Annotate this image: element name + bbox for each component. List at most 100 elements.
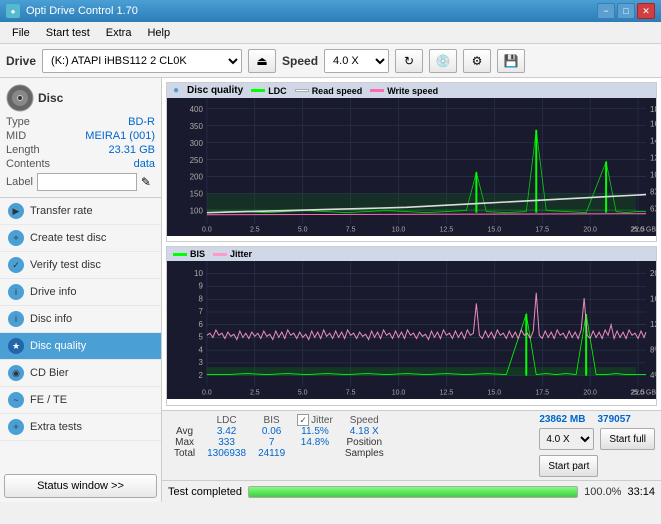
svg-text:6: 6 bbox=[198, 320, 203, 329]
row-avg-speed: 4.18 X bbox=[339, 426, 390, 437]
menu-file[interactable]: File bbox=[4, 25, 38, 41]
svg-text:12.5: 12.5 bbox=[440, 225, 454, 234]
chart1-icon: ● bbox=[173, 85, 179, 96]
col-header-bis: BIS bbox=[252, 414, 291, 426]
legend-jitter: Jitter bbox=[213, 249, 252, 259]
svg-text:400: 400 bbox=[190, 105, 204, 114]
svg-text:8%: 8% bbox=[650, 345, 656, 354]
disc-info-panel: Disc Type BD-R MID MEIRA1 (001) Length 2… bbox=[0, 78, 161, 198]
verify-test-disc-icon: ✓ bbox=[8, 257, 24, 273]
row-total-samples-label: Samples bbox=[339, 448, 390, 459]
svg-text:7.5: 7.5 bbox=[346, 388, 356, 397]
nav-drive-info[interactable]: i Drive info bbox=[0, 279, 161, 306]
menu-extra[interactable]: Extra bbox=[98, 25, 140, 41]
stats-row-max: Max 333 7 14.8% Position bbox=[168, 437, 390, 448]
nav-extra-tests[interactable]: + Extra tests bbox=[0, 414, 161, 441]
nav-cd-bier[interactable]: ◉ CD Bier bbox=[0, 360, 161, 387]
samples-value: 379057 bbox=[597, 414, 630, 425]
disc-length-value: 23.31 GB bbox=[109, 144, 155, 156]
nav-fe-te[interactable]: ~ FE / TE bbox=[0, 387, 161, 414]
disc-icon-button[interactable]: 💿 bbox=[429, 49, 457, 73]
svg-text:10.0: 10.0 bbox=[392, 225, 406, 234]
svg-text:17.5: 17.5 bbox=[535, 225, 549, 234]
refresh-button[interactable]: ↻ bbox=[395, 49, 423, 73]
svg-text:15.0: 15.0 bbox=[488, 225, 502, 234]
row-total-label: Total bbox=[168, 448, 201, 459]
progress-bar-container bbox=[248, 486, 578, 498]
svg-text:18X: 18X bbox=[650, 105, 656, 114]
title-bar: ● Opti Drive Control 1.70 − □ ✕ bbox=[0, 0, 661, 22]
drive-select[interactable]: (K:) ATAPI iHBS112 2 CL0K bbox=[42, 49, 242, 73]
disc-label-edit-icon[interactable]: ✎ bbox=[141, 175, 151, 189]
eject-button[interactable]: ⏏ bbox=[248, 49, 276, 73]
nav-transfer-rate[interactable]: ▶ Transfer rate bbox=[0, 198, 161, 225]
disc-length-row: Length 23.31 GB bbox=[6, 144, 155, 156]
jitter-checkbox[interactable]: ✓ bbox=[297, 414, 309, 426]
legend-write-speed: Write speed bbox=[370, 86, 438, 96]
close-button[interactable]: ✕ bbox=[637, 3, 655, 19]
disc-mid-value: MEIRA1 (001) bbox=[85, 130, 155, 142]
svg-text:15.0: 15.0 bbox=[488, 388, 502, 397]
svg-text:300: 300 bbox=[190, 139, 204, 148]
menu-start-test[interactable]: Start test bbox=[38, 25, 98, 41]
menu-help[interactable]: Help bbox=[139, 25, 178, 41]
svg-text:2.5: 2.5 bbox=[250, 225, 260, 234]
stats-bar: LDC BIS ✓ Jitter Speed Avg bbox=[162, 410, 661, 480]
maximize-button[interactable]: □ bbox=[617, 3, 635, 19]
nav-fe-te-label: FE / TE bbox=[30, 394, 67, 406]
svg-text:100: 100 bbox=[190, 206, 204, 215]
svg-text:3: 3 bbox=[198, 358, 203, 367]
nav-create-test-disc[interactable]: + Create test disc bbox=[0, 225, 161, 252]
settings-button[interactable]: ⚙ bbox=[463, 49, 491, 73]
disc-contents-row: Contents data bbox=[6, 158, 155, 170]
legend-read-speed: Read speed bbox=[295, 86, 363, 96]
transfer-rate-icon: ▶ bbox=[8, 203, 24, 219]
minimize-button[interactable]: − bbox=[597, 3, 615, 19]
disc-info-icon: i bbox=[8, 311, 24, 327]
save-button[interactable]: 💾 bbox=[497, 49, 525, 73]
chart2-title-bar: BIS Jitter bbox=[167, 247, 656, 261]
svg-text:2.5: 2.5 bbox=[250, 388, 260, 397]
nav-drive-info-label: Drive info bbox=[30, 286, 76, 298]
nav-disc-quality[interactable]: ★ Disc quality bbox=[0, 333, 161, 360]
start-full-button[interactable]: Start full bbox=[600, 428, 655, 450]
svg-text:9: 9 bbox=[198, 281, 203, 290]
status-window-button[interactable]: Status window >> bbox=[4, 474, 157, 498]
svg-text:8X: 8X bbox=[650, 187, 656, 196]
disc-label-input[interactable] bbox=[37, 173, 137, 191]
status-window-label: Status window >> bbox=[37, 480, 124, 492]
legend-write-speed-color bbox=[370, 89, 384, 92]
disc-type-label: Type bbox=[6, 116, 30, 128]
svg-text:20.0: 20.0 bbox=[583, 225, 597, 234]
svg-text:12.5: 12.5 bbox=[440, 388, 454, 397]
row-avg-bis: 0.06 bbox=[252, 426, 291, 437]
speed-select-stats[interactable]: 4.0 X bbox=[539, 428, 594, 450]
disc-type-value: BD-R bbox=[128, 116, 155, 128]
nav-extra-tests-label: Extra tests bbox=[30, 421, 82, 433]
nav-verify-test-disc-label: Verify test disc bbox=[30, 259, 101, 271]
nav-disc-info-label: Disc info bbox=[30, 313, 72, 325]
speed-select[interactable]: 4.0 X bbox=[324, 49, 389, 73]
row-avg-label: Avg bbox=[168, 426, 201, 437]
main-content: Disc Type BD-R MID MEIRA1 (001) Length 2… bbox=[0, 78, 661, 502]
row-max-jitter: 14.8% bbox=[291, 437, 339, 448]
disc-contents-label: Contents bbox=[6, 158, 50, 170]
start-part-button[interactable]: Start part bbox=[539, 455, 598, 477]
row-max-label: Max bbox=[168, 437, 201, 448]
legend-bis: BIS bbox=[173, 249, 205, 259]
drive-toolbar: Drive (K:) ATAPI iHBS112 2 CL0K ⏏ Speed … bbox=[0, 44, 661, 78]
jitter-col-label: Jitter bbox=[311, 415, 333, 426]
svg-text:12%: 12% bbox=[650, 320, 656, 329]
nav-disc-info[interactable]: i Disc info bbox=[0, 306, 161, 333]
legend-ldc-color bbox=[251, 89, 265, 92]
chart1-svg: 400 350 300 250 200 150 100 18X 16X 14X … bbox=[167, 98, 656, 236]
sidebar-nav: ▶ Transfer rate + Create test disc ✓ Ver… bbox=[0, 198, 161, 470]
svg-text:16X: 16X bbox=[650, 119, 656, 128]
chart2-svg: 10 9 8 7 6 5 4 3 2 20% 16% 12% 8% bbox=[167, 261, 656, 399]
svg-text:20.0: 20.0 bbox=[583, 388, 597, 397]
nav-verify-test-disc[interactable]: ✓ Verify test disc bbox=[0, 252, 161, 279]
progress-percent: 100.0% bbox=[584, 486, 621, 498]
stats-row-avg: Avg 3.42 0.06 11.5% 4.18 X bbox=[168, 426, 390, 437]
svg-text:20%: 20% bbox=[650, 269, 656, 278]
chart2-panel: BIS Jitter bbox=[166, 246, 657, 406]
